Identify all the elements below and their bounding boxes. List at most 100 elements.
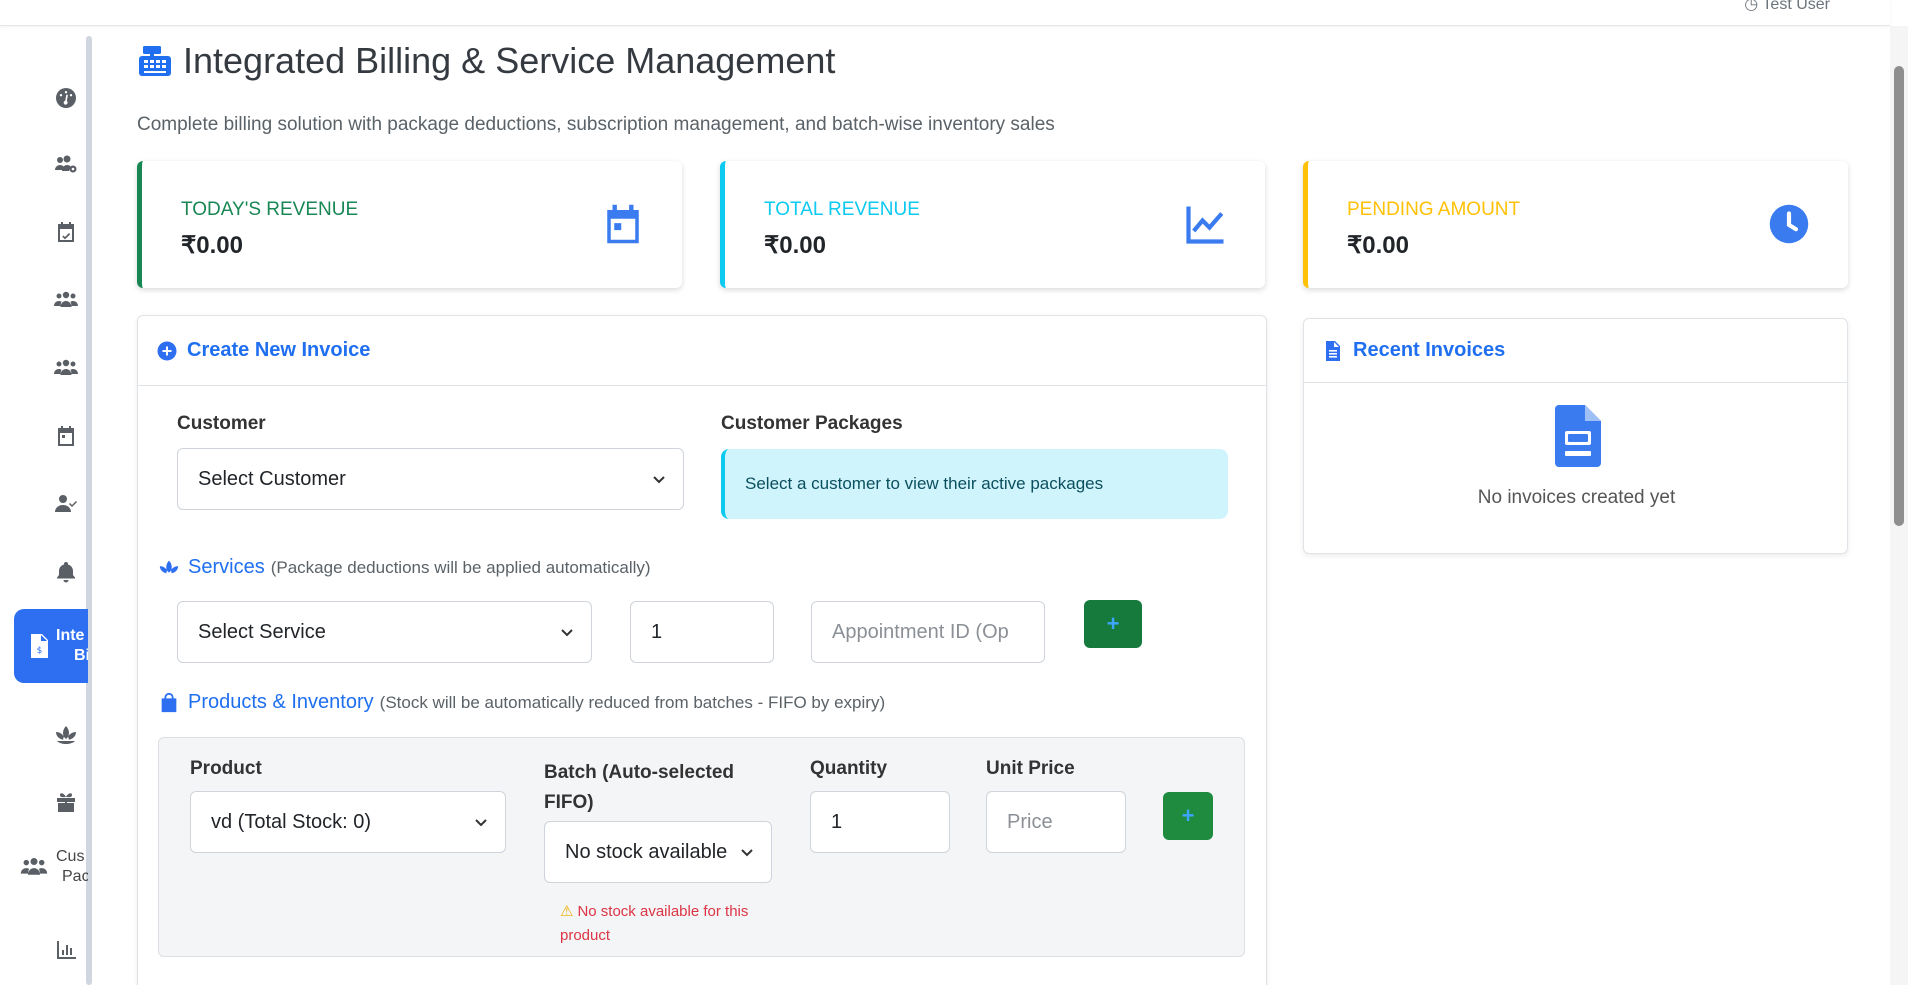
bell-icon [57, 562, 75, 583]
unit-price-input[interactable]: Price [986, 791, 1126, 853]
sidebar-item-label: Bi [74, 647, 88, 664]
invoice-dollar-icon: $ [31, 634, 48, 658]
create-invoice-card: Create New Invoice Customer Select Custo… [137, 315, 1267, 985]
products-title: Products & Inventory [188, 691, 374, 713]
products-section-header: Products & Inventory (Stock will be auto… [158, 691, 885, 714]
customer-packages-info: Select a customer to view their active p… [721, 449, 1228, 519]
sidebar-item-notifications[interactable] [50, 556, 82, 588]
page-title: Integrated Billing & Service Management [183, 40, 836, 81]
stat-card-todays-revenue: TODAY'S REVENUE ₹0.00 [137, 161, 682, 288]
sidebar-item-dashboard[interactable] [50, 82, 82, 114]
customer-select[interactable]: Select Customer [177, 448, 684, 510]
sidebar-item-label: Inte [56, 627, 85, 644]
cash-register-icon [139, 46, 171, 76]
product-entry-panel: Product vd (Total Stock: 0) Batch (Auto-… [158, 737, 1245, 957]
user-menu[interactable]: ◷ Test User [1744, 0, 1830, 14]
stat-card-total-revenue: TOTAL REVENUE ₹0.00 [720, 161, 1265, 288]
clock-icon [1769, 204, 1809, 244]
user-check-icon [55, 495, 77, 512]
gift-icon [57, 793, 75, 812]
stat-label: TODAY'S REVENUE [181, 199, 359, 220]
card-header: Create New Invoice [138, 316, 1266, 386]
sidebar-item-label: Pac [62, 868, 88, 885]
sidebar-item-attendance[interactable] [50, 488, 82, 520]
card-title: Recent Invoices [1353, 339, 1506, 361]
warning-icon: ⚠ [560, 903, 574, 920]
services-section-header: Services (Package deductions will be app… [158, 556, 651, 579]
batch-select-value: No stock available [565, 840, 728, 863]
chart-bar-icon [57, 941, 76, 959]
page-subtitle: Complete billing solution with package d… [137, 114, 1055, 135]
stock-warning: ⚠ No stock available for this product [560, 900, 770, 948]
recent-invoices-card: Recent Invoices No invoices created yet [1303, 318, 1848, 554]
add-product-button[interactable]: + [1163, 792, 1213, 840]
svg-text:$: $ [37, 646, 43, 656]
chevron-down-icon [475, 819, 487, 827]
page-scrollbar[interactable] [1890, 26, 1908, 985]
unit-price-label: Unit Price [986, 758, 1075, 779]
services-note: (Package deductions will be applied auto… [270, 557, 651, 577]
calendar-check-icon [58, 222, 74, 242]
customer-select-value: Select Customer [198, 467, 346, 490]
services-title: Services [188, 556, 265, 578]
card-title: Create New Invoice [187, 339, 371, 361]
user-name: Test User [1762, 0, 1830, 13]
users-cog-icon [55, 155, 77, 173]
product-quantity-input[interactable]: 1 [810, 791, 950, 853]
service-select-value: Select Service [198, 620, 326, 643]
sidebar-item-integrated-billing[interactable]: $ Inte Bi [14, 609, 88, 683]
batch-select[interactable]: No stock available [544, 821, 772, 883]
chevron-down-icon [561, 629, 573, 637]
product-select[interactable]: vd (Total Stock: 0) [190, 791, 506, 853]
sidebar-item-calendar[interactable] [50, 420, 82, 452]
sidebar-item-reports[interactable] [50, 934, 82, 966]
sidebar-item-customer-packages[interactable]: Cus Pac [20, 842, 88, 892]
customer-packages-label: Customer Packages [721, 413, 903, 434]
quantity-label: Quantity [810, 758, 888, 779]
sidebar-item-staff[interactable] [50, 148, 82, 180]
sidebar-item-customers[interactable] [50, 284, 82, 316]
users-icon [54, 291, 78, 307]
calendar-icon [607, 204, 639, 244]
product-label: Product [190, 758, 262, 779]
page-header: Integrated Billing & Service Management [137, 40, 835, 82]
chevron-down-icon [653, 476, 665, 484]
stat-value: ₹0.00 [1347, 232, 1409, 259]
file-invoice-icon [1555, 405, 1601, 467]
sidebar-item-label: Cus [56, 848, 85, 865]
product-select-value: vd (Total Stock: 0) [211, 810, 372, 833]
users-icon [20, 857, 48, 875]
stock-warning-text: No stock available for this product [560, 903, 749, 944]
chart-line-icon [1186, 206, 1224, 244]
empty-state-text: No invoices created yet [1477, 487, 1676, 508]
spa-icon [159, 560, 179, 573]
sidebar-item-groups[interactable] [50, 352, 82, 384]
stat-value: ₹0.00 [181, 232, 243, 259]
chevron-down-icon [741, 849, 753, 857]
spa-icon [56, 726, 76, 744]
sidebar: $ Inte Bi Cus Pac [0, 26, 92, 985]
service-select[interactable]: Select Service [177, 601, 592, 663]
appointment-id-input[interactable]: Appointment ID (Op [811, 601, 1045, 663]
stat-label: PENDING AMOUNT [1347, 199, 1521, 220]
file-invoice-icon [1326, 340, 1340, 361]
dashboard-icon [56, 88, 76, 108]
scrollbar-thumb[interactable] [1894, 66, 1904, 526]
stat-card-pending-amount: PENDING AMOUNT ₹0.00 [1303, 161, 1848, 288]
stat-value: ₹0.00 [764, 232, 826, 259]
service-quantity-input[interactable]: 1 [630, 601, 774, 663]
shopping-bag-icon [161, 692, 177, 712]
plus-circle-icon [157, 341, 177, 360]
customer-label: Customer [177, 413, 266, 434]
sidebar-item-appointments[interactable] [50, 216, 82, 248]
top-bar: ◷ Test User [0, 0, 1890, 26]
stat-label: TOTAL REVENUE [764, 199, 920, 220]
sidebar-item-gifts[interactable] [50, 786, 82, 818]
sidebar-item-services[interactable] [50, 718, 82, 750]
card-header: Recent Invoices [1304, 319, 1847, 383]
batch-label: Batch (Auto-selected FIFO) [544, 762, 735, 813]
add-service-button[interactable]: + [1084, 600, 1142, 648]
products-note: (Stock will be automatically reduced fro… [379, 692, 886, 712]
calendar-icon [58, 426, 74, 446]
users-icon [54, 359, 78, 375]
